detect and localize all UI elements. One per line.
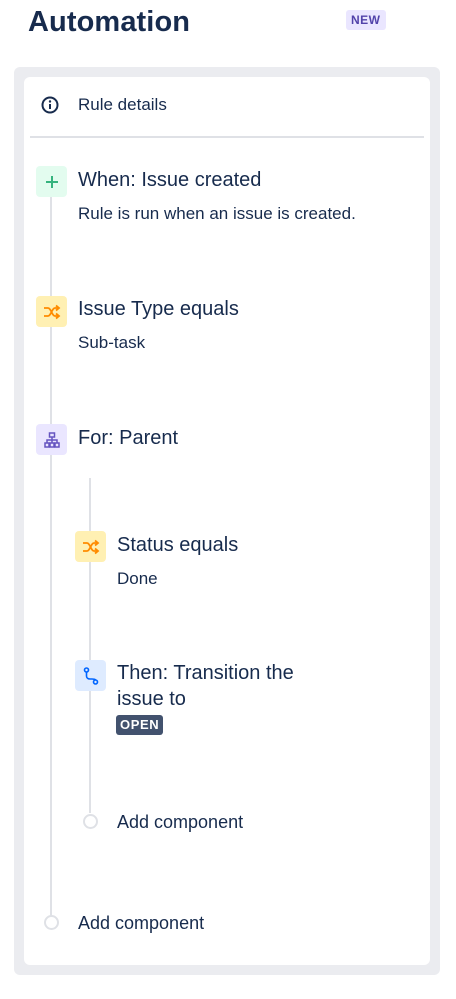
shuffle-icon [82, 539, 100, 555]
status-lozenge-open: OPEN [116, 715, 164, 735]
add-component-branch-label[interactable]: Add component [117, 810, 243, 834]
add-component-main-label[interactable]: Add component [78, 911, 204, 935]
new-badge: NEW [346, 10, 386, 30]
trigger-title: When: Issue created [78, 169, 262, 191]
transition-title-line2: issue to [117, 688, 186, 710]
shuffle-icon [43, 304, 61, 320]
transition-icon-box [75, 660, 106, 691]
add-component-dot-icon [44, 915, 59, 930]
add-component-dot-icon [83, 814, 98, 829]
rule-details-label: Rule details [78, 95, 167, 114]
branch-connector-line [89, 478, 91, 813]
trigger-icon-box [36, 166, 67, 197]
hierarchy-icon [43, 431, 60, 448]
status-condition-icon-box [75, 531, 106, 562]
transition-title-line1: Then: Transition the [117, 662, 294, 684]
info-icon [40, 95, 60, 115]
branch-title: For: Parent [78, 427, 179, 449]
status-condition-title: Status equals [117, 534, 239, 556]
trigger-subtitle: Rule is run when an issue is created. [78, 204, 356, 223]
condition-icon-box [36, 296, 67, 327]
status-condition-value: Done [117, 569, 158, 588]
branch-icon-box [36, 424, 67, 455]
page-title: Automation [28, 6, 191, 38]
issue-type-condition-value: Sub-task [78, 333, 146, 352]
plus-icon [45, 175, 59, 189]
divider [30, 136, 424, 138]
rule-details-link[interactable]: Rule details [40, 92, 167, 118]
issue-type-condition-title: Issue Type equals [78, 298, 239, 320]
transition-icon [83, 666, 99, 685]
